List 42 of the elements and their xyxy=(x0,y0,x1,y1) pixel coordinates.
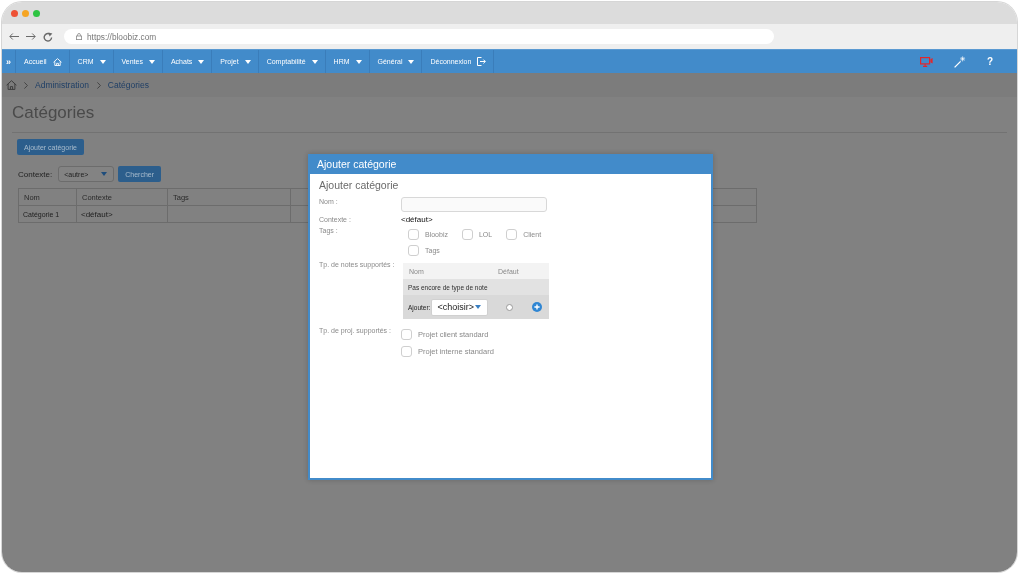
checkbox[interactable] xyxy=(461,229,473,240)
table-cell: <défaut> xyxy=(76,205,168,223)
magic-wand-icon[interactable] xyxy=(953,55,966,68)
home-icon xyxy=(52,57,62,66)
maximize-window-icon[interactable] xyxy=(33,9,40,17)
caret-icon xyxy=(198,59,205,64)
checkbox[interactable] xyxy=(401,346,412,357)
form-heading: Ajouter catégorie xyxy=(319,179,399,192)
breadcrumb-link[interactable]: Catégories xyxy=(107,80,149,90)
video-camera-icon[interactable] xyxy=(919,56,933,67)
breadcrumb-link[interactable]: Administration xyxy=(35,80,89,90)
caret-icon xyxy=(148,59,155,64)
checkbox[interactable] xyxy=(408,245,419,256)
logout-icon xyxy=(477,57,487,66)
checkbox[interactable] xyxy=(506,229,518,240)
default-radio[interactable] xyxy=(506,303,514,311)
close-window-icon[interactable] xyxy=(11,9,18,17)
caret-icon xyxy=(355,59,362,64)
help-button[interactable]: ? xyxy=(986,55,993,68)
minimize-window-icon[interactable] xyxy=(22,9,29,17)
home-icon[interactable] xyxy=(6,80,17,90)
back-arrow-icon[interactable] xyxy=(9,33,19,40)
note-type-select[interactable]: <choisir> xyxy=(431,298,489,316)
checkbox[interactable] xyxy=(401,329,412,340)
forward-arrow-icon[interactable] xyxy=(26,33,36,40)
context-value: <défaut> xyxy=(401,215,433,224)
chevron-icon xyxy=(24,81,28,89)
lock-icon xyxy=(76,33,82,40)
caret-icon xyxy=(244,59,251,64)
filter-label: Contexte: xyxy=(18,169,53,179)
caret-icon xyxy=(408,59,415,64)
caret-icon xyxy=(101,172,108,176)
name-input[interactable] xyxy=(401,197,547,212)
caret-icon xyxy=(311,59,318,64)
chevron-icon xyxy=(96,81,101,89)
checkbox[interactable] xyxy=(408,229,419,240)
caret-icon xyxy=(99,59,106,64)
plus-circle-icon[interactable] xyxy=(532,302,543,312)
dialog-title: Ajouter catégorie xyxy=(317,158,397,170)
caret-icon xyxy=(475,305,482,309)
address-field[interactable]: https://bloobiz.com xyxy=(64,29,774,44)
reload-icon[interactable] xyxy=(43,31,53,42)
